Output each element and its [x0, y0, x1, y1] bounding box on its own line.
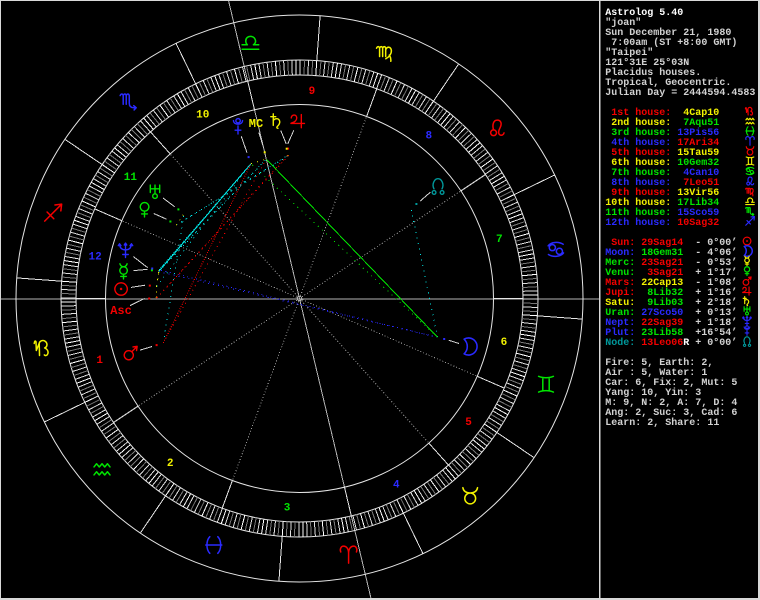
svg-text:R: R — [683, 338, 689, 349]
svg-text:12: 12 — [88, 252, 101, 264]
svg-text:13Leo06: 13Leo06 — [641, 338, 683, 349]
svg-text:12th house:: 12th house: — [605, 217, 671, 229]
svg-text:MC: MC — [249, 117, 263, 131]
svg-text:10Sag32: 10Sag32 — [677, 218, 719, 229]
svg-text:Learn: 2, Share: 11: Learn: 2, Share: 11 — [605, 417, 719, 429]
svg-text:9: 9 — [309, 86, 316, 98]
svg-text:Node:: Node: — [605, 337, 635, 349]
svg-text:8: 8 — [425, 130, 432, 142]
svg-text:+ 0°00’: + 0°00’ — [695, 337, 737, 349]
svg-text:10: 10 — [196, 109, 209, 121]
svg-text:7: 7 — [496, 234, 503, 246]
svg-text:4: 4 — [393, 479, 400, 491]
svg-text:2: 2 — [167, 458, 174, 470]
svg-text:5: 5 — [465, 417, 472, 429]
svg-text:1: 1 — [96, 355, 103, 367]
svg-text:11: 11 — [124, 172, 138, 184]
svg-text:3: 3 — [284, 503, 291, 515]
svg-text:Asc: Asc — [110, 304, 132, 318]
svg-text:6: 6 — [501, 337, 508, 349]
svg-text:Julian Day = 2444594.4583: Julian Day = 2444594.4583 — [605, 87, 755, 99]
